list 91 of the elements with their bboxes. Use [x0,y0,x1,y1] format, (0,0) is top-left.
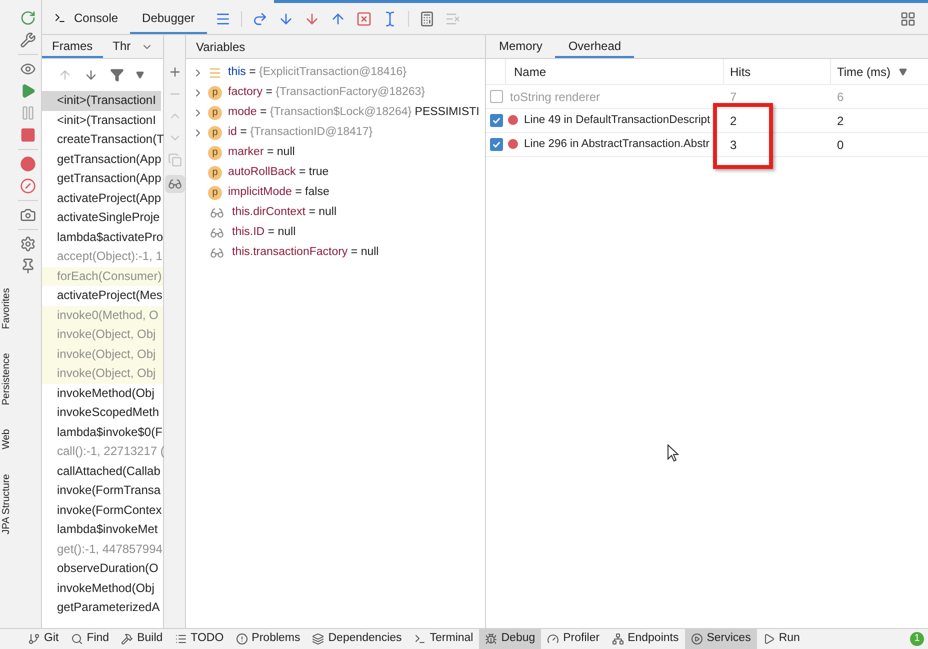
tool-window-button[interactable]: Profiler [541,629,606,649]
down-arrow-icon[interactable] [84,68,98,82]
breakpoints-icon[interactable] [20,156,36,172]
filter-icon[interactable] [110,68,124,82]
time-cell-text: 0 [836,136,845,154]
debug-tab[interactable]: Console [42,3,130,34]
settings-icon[interactable] [20,236,36,252]
resume-icon[interactable] [20,83,36,99]
stack-icon [208,66,222,80]
variable-entry[interactable]: implicitMode = false [228,184,330,202]
time-cell-text: 2 [836,112,845,130]
mouse-cursor-icon [667,444,679,462]
breakpoint-name: toString renderer [509,88,600,106]
side-tool-label[interactable]: Favorites [2,288,12,330]
hits-cell-text: 7 [729,88,738,106]
layout-icon[interactable] [900,10,916,26]
field-icon: p [208,166,222,180]
breakpoint-name: Line 49 in DefaultTransactionDescript [524,113,710,128]
variable-entry[interactable]: this.transactionFactory = null [232,244,379,262]
field-icon: p [208,126,222,140]
side-tool-label[interactable]: Persistence [2,353,12,406]
layers-icon [312,633,324,645]
variable-entry[interactable]: id = {TransactionID@18417} [228,124,373,142]
tool-window-button[interactable]: TODO [168,629,230,649]
terminal-icon [414,633,426,645]
terminal-icon [54,12,66,24]
tool-window-button[interactable]: Dependencies [306,629,408,649]
debug-tab[interactable]: Debugger [130,3,207,34]
camera-icon[interactable] [20,207,36,223]
variable-entry[interactable]: autoRollBack = true [228,164,329,182]
add-icon[interactable] [168,65,182,79]
calculator-icon[interactable] [418,10,435,26]
tool-window-button[interactable]: Problems [230,629,306,649]
caret-icon[interactable] [136,71,144,79]
menu-icon[interactable] [214,10,231,26]
variables-title: Variables [196,38,246,56]
field-icon: p [208,186,222,200]
side-tool-label[interactable]: JPA Structure [2,474,12,534]
checkbox[interactable] [490,138,502,151]
branch-icon [28,633,40,645]
field-icon: p [208,146,222,160]
hammer-icon [121,633,134,645]
tool-window-button[interactable]: Endpoints [606,629,685,649]
stop-icon[interactable] [20,127,36,143]
breakpoint-icon [508,115,518,126]
column-header[interactable]: Time (ms) [837,62,891,80]
breakpoint-name: Line 296 in AbstractTransaction.Abstr [524,137,710,152]
tool-window-button[interactable]: Services [684,629,757,649]
stack-frame[interactable]: <init>(TransactionI [42,91,163,110]
frames-tab[interactable]: Thr [102,35,141,58]
glasses-icon [208,226,226,240]
eye-icon[interactable] [20,61,36,77]
bug-icon [485,633,498,645]
variable-entry[interactable]: factory = {TransactionFactory@18263} [228,84,425,102]
breakpoint-icon [508,139,518,150]
tool-window-button[interactable]: Terminal [408,629,480,649]
variable-entry[interactable]: marker = null [228,144,295,162]
gauge-icon [547,633,560,645]
time-cell-text: 6 [836,88,845,106]
alert-icon [236,633,248,645]
tool-window-button[interactable]: Build [115,629,169,649]
variable-entry[interactable]: mode = {Transaction$Lock@18264} PESSIMISTI [228,104,480,122]
hits-cell-text: 2 [729,112,738,130]
tool-window-button[interactable]: Find [64,629,116,649]
glasses-icon [208,206,226,220]
checkbox[interactable] [490,90,502,103]
wrench-icon[interactable] [20,32,36,48]
column-header[interactable]: Hits [724,59,831,84]
play-circle-icon [690,633,703,645]
field-icon: p [208,86,222,100]
rerun-icon[interactable] [20,10,36,26]
tool-window-button[interactable]: Debug [479,629,542,649]
variable-entry[interactable]: this.ID = null [232,224,296,242]
search-icon [70,633,83,645]
tool-window-button[interactable]: Git [22,629,65,649]
field-icon: p [208,106,222,120]
checkbox[interactable] [490,114,502,127]
overhead-tab[interactable]: Memory [486,35,556,58]
highlight-box [713,103,773,169]
tool-window-button[interactable]: Run [756,629,806,649]
network-icon [612,633,624,645]
pin-icon[interactable] [20,258,36,274]
glasses-icon [208,246,226,260]
glasses-icon[interactable] [168,177,182,191]
play-icon [762,633,775,645]
variable-entry[interactable]: this.dirContext = null [232,204,337,222]
hits-cell-text: 3 [729,136,738,154]
variable-entry[interactable]: this = {ExplicitTransaction@18416} [228,64,406,82]
sort-icon[interactable] [898,68,907,76]
side-tool-label[interactable]: Web [2,429,12,450]
column-header[interactable]: Name [506,59,724,84]
